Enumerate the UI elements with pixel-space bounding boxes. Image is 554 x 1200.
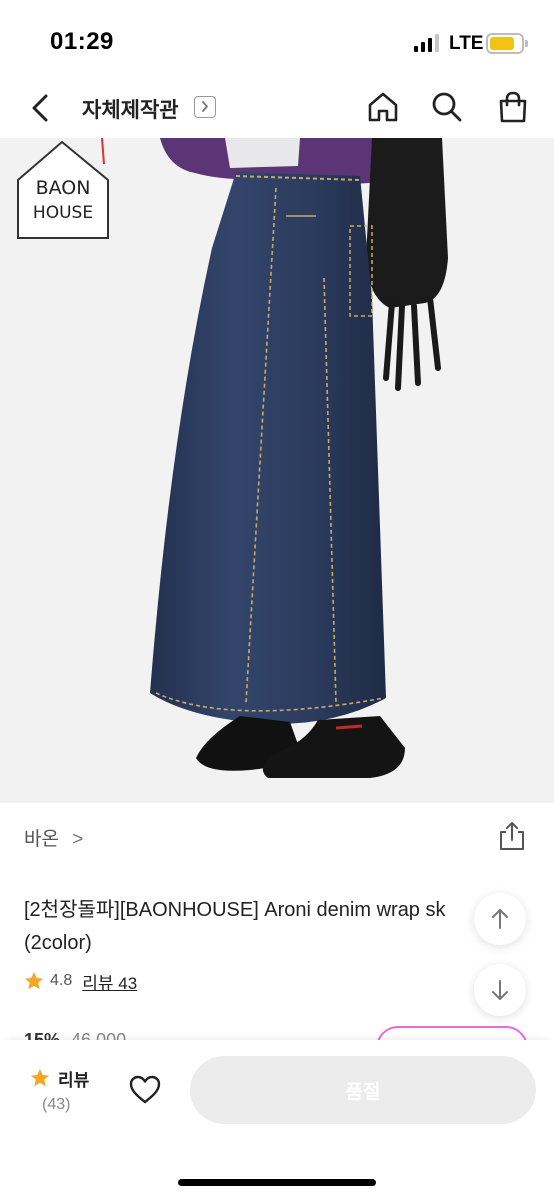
scroll-top-button[interactable] [474, 893, 526, 945]
status-time: 01:29 [50, 28, 114, 55]
back-button[interactable] [24, 88, 60, 128]
search-icon [432, 92, 462, 122]
scroll-bottom-button[interactable] [474, 964, 526, 1016]
review-label: 리뷰 [58, 1071, 90, 1090]
home-button[interactable] [366, 90, 400, 124]
shopping-bag-icon [499, 91, 527, 123]
product-title: [2천장돌파][BAONHOUSE] Aroni denim wrap sk [24, 899, 446, 921]
brand-link[interactable]: 바온 > [24, 824, 83, 851]
signal-icon [414, 34, 440, 52]
brand-name: 바온 [24, 829, 59, 850]
rating-row: 4.8 리뷰 43 [24, 969, 137, 993]
soldout-button[interactable]: 품절 [190, 1056, 536, 1124]
status-bar: 01:29 LTE [0, 0, 554, 88]
logo-text-top: BAON [36, 177, 91, 199]
arrow-down-icon [492, 980, 508, 1000]
review-count: (43) [42, 1096, 71, 1113]
product-photo: BAON HOUSE [0, 138, 554, 803]
brand-chevron: > [72, 829, 84, 850]
battery-icon [486, 33, 528, 54]
nav-bar: 자체제작관 [0, 80, 554, 138]
star-icon [25, 972, 43, 990]
product-image[interactable]: BAON HOUSE [0, 138, 554, 803]
cart-button[interactable] [496, 90, 530, 124]
network-type: LTE [449, 33, 484, 54]
wishlist-button[interactable] [128, 1074, 162, 1106]
home-icon [368, 92, 398, 122]
review-link[interactable]: 리뷰 43 [82, 969, 137, 994]
chevron-right-icon [202, 101, 208, 112]
search-button[interactable] [430, 90, 464, 124]
bottom-action-bar: 리뷰 (43) 품절 [0, 1040, 554, 1200]
back-icon [32, 94, 48, 122]
arrow-up-icon [492, 909, 508, 929]
nav-title[interactable]: 자체제작관 [82, 94, 179, 124]
share-icon [500, 822, 524, 850]
heart-icon [129, 1075, 161, 1104]
nav-title-chevron-button[interactable] [194, 96, 216, 118]
rating-value: 4.8 [50, 972, 73, 989]
star-icon [31, 1069, 49, 1087]
product-title-line2: (2color) [24, 932, 92, 954]
home-indicator [178, 1179, 376, 1186]
logo-text-bottom: HOUSE [33, 203, 93, 223]
share-button[interactable] [496, 820, 528, 852]
